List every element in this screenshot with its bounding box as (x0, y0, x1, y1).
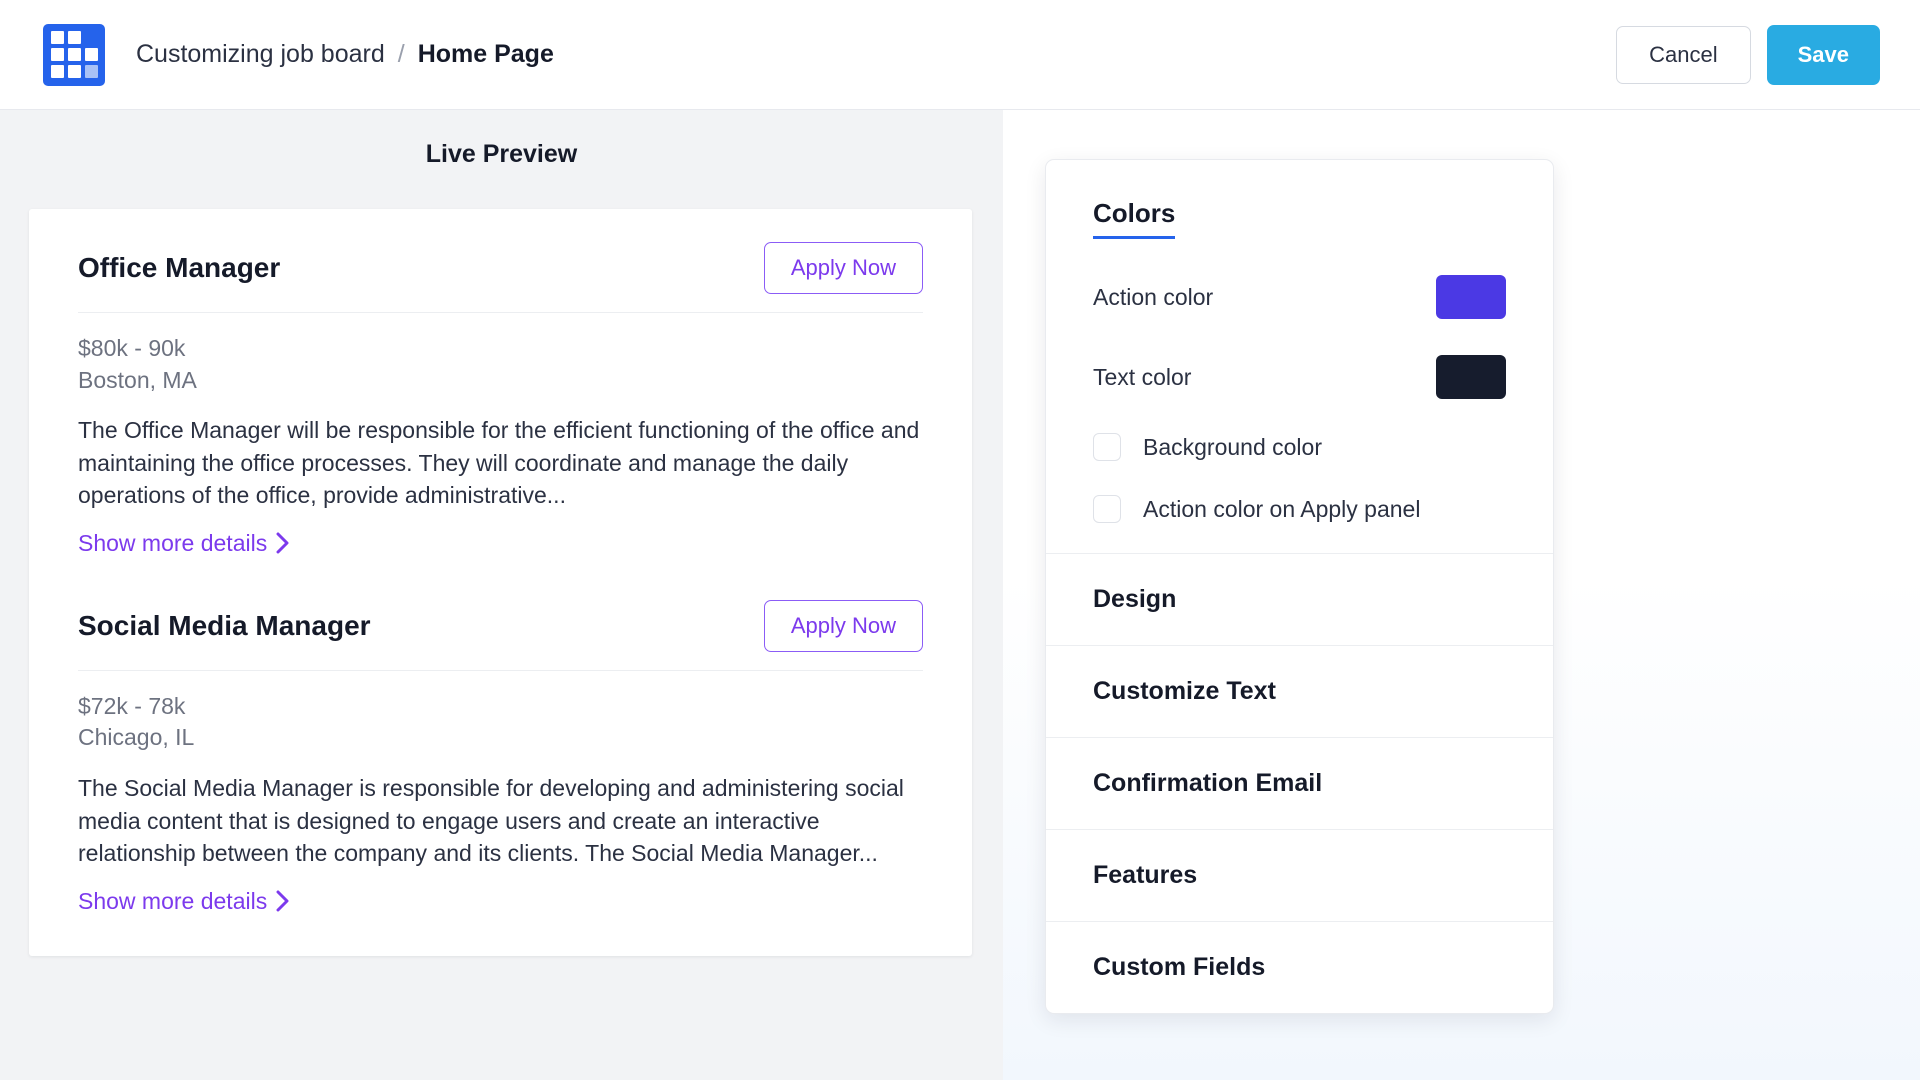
job-meta: $72k - 78k Chicago, IL (78, 671, 923, 754)
settings-item-custom-fields[interactable]: Custom Fields (1046, 922, 1553, 1013)
text-color-label: Text color (1093, 364, 1191, 391)
logo-cell (68, 31, 81, 44)
job-description: The Social Media Manager is responsible … (78, 754, 923, 870)
job-meta: $80k - 90k Boston, MA (78, 313, 923, 396)
apply-now-button[interactable]: Apply Now (764, 600, 923, 652)
apply-panel-color-checkbox[interactable] (1093, 495, 1121, 523)
apply-panel-color-label: Action color on Apply panel (1143, 496, 1420, 523)
logo-cell (68, 48, 81, 61)
background-color-checkbox[interactable] (1093, 433, 1121, 461)
cancel-button[interactable]: Cancel (1616, 26, 1750, 84)
settings-item-design[interactable]: Design (1046, 554, 1553, 646)
breadcrumb-current: Home Page (418, 40, 554, 69)
job-title: Social Media Manager (78, 610, 371, 642)
settings-item-customize-text[interactable]: Customize Text (1046, 646, 1553, 738)
job-salary: $72k - 78k (78, 691, 923, 723)
job-location: Boston, MA (78, 365, 923, 397)
background-color-label: Background color (1143, 434, 1322, 461)
breadcrumb-separator: / (398, 40, 405, 69)
job-list-card: Office Manager Apply Now $80k - 90k Bost… (29, 209, 972, 956)
background-color-row[interactable]: Background color (1093, 433, 1506, 461)
text-color-swatch[interactable] (1436, 355, 1506, 399)
action-color-swatch[interactable] (1436, 275, 1506, 319)
job-listing: Social Media Manager Apply Now $72k - 78… (78, 567, 923, 956)
show-more-label: Show more details (78, 530, 267, 557)
header-actions: Cancel Save (1616, 25, 1880, 85)
job-title: Office Manager (78, 252, 280, 284)
apply-panel-color-row[interactable]: Action color on Apply panel (1093, 495, 1506, 523)
app-header: Customizing job board / Home Page Cancel… (0, 0, 1920, 110)
job-location: Chicago, IL (78, 722, 923, 754)
chevron-right-icon (276, 532, 290, 554)
job-listing: Office Manager Apply Now $80k - 90k Bost… (78, 209, 923, 567)
text-color-row: Text color (1093, 355, 1506, 399)
save-button[interactable]: Save (1767, 25, 1880, 85)
config-pane: Colors Action color Text color Backgroun… (1003, 110, 1920, 1080)
job-salary: $80k - 90k (78, 333, 923, 365)
apply-now-button[interactable]: Apply Now (764, 242, 923, 294)
colors-section-heading: Colors (1093, 198, 1175, 239)
show-more-label: Show more details (78, 888, 267, 915)
chevron-right-icon (276, 890, 290, 912)
job-description: The Office Manager will be responsible f… (78, 396, 923, 512)
logo-cell (51, 31, 64, 44)
grid-logo-icon[interactable] (43, 24, 105, 86)
preview-title: Live Preview (0, 140, 1003, 169)
logo-cell (51, 65, 64, 78)
action-color-label: Action color (1093, 284, 1213, 311)
logo-cell-accent (85, 65, 98, 78)
settings-section-list: Design Customize Text Confirmation Email… (1046, 553, 1553, 1013)
logo-cell-empty (85, 31, 98, 44)
breadcrumb-parent[interactable]: Customizing job board (136, 40, 385, 69)
colors-section: Colors Action color Text color Backgroun… (1046, 160, 1553, 553)
show-more-details-link[interactable]: Show more details (78, 888, 290, 925)
action-color-row: Action color (1093, 275, 1506, 319)
settings-card: Colors Action color Text color Backgroun… (1045, 159, 1554, 1014)
settings-item-confirmation-email[interactable]: Confirmation Email (1046, 738, 1553, 830)
job-header: Office Manager Apply Now (78, 242, 923, 312)
show-more-details-link[interactable]: Show more details (78, 530, 290, 567)
breadcrumb: Customizing job board / Home Page (136, 40, 554, 69)
logo-cell (68, 65, 81, 78)
live-preview-pane: Live Preview Office Manager Apply Now $8… (0, 110, 1003, 1080)
logo-cell (51, 48, 64, 61)
logo-cell (85, 48, 98, 61)
job-header: Social Media Manager Apply Now (78, 600, 923, 670)
settings-item-features[interactable]: Features (1046, 830, 1553, 922)
